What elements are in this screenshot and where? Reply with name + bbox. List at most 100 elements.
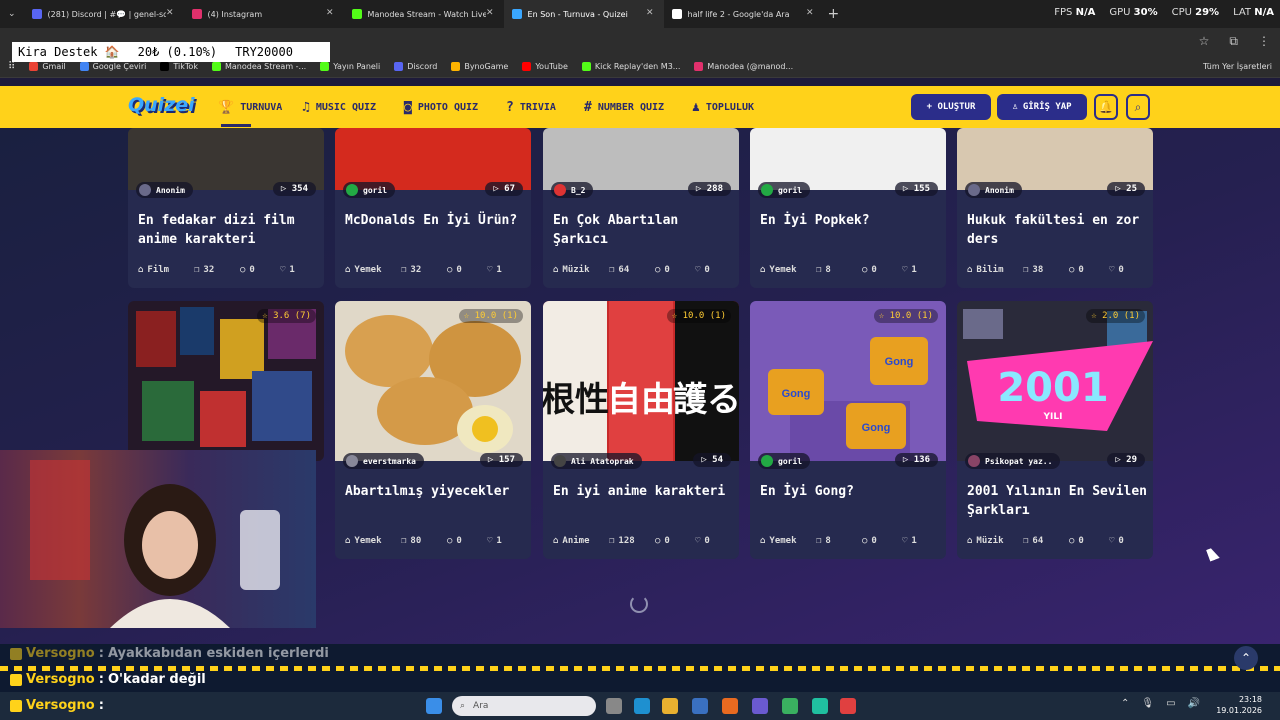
author-chip[interactable]: Anonim	[965, 182, 1022, 198]
quiz-card[interactable]: ☆ 10.0 (1) everstmarka ▷ 157 Abartılmış yiy…	[335, 301, 531, 559]
all-bookmarks-link[interactable]: Tüm Yer İşaretleri	[1203, 62, 1272, 71]
like-count[interactable]: ♡ 1	[487, 536, 502, 546]
extensions-icon[interactable]: ⧉	[1229, 34, 1238, 49]
quiz-card[interactable]: Gong Gong Gong ☆ 10.0 (1) goril ▷ 136 En İyi G…	[750, 301, 946, 559]
quiz-card[interactable]: B_2 ▷ 288 En Çok Abartılan Şarkıcı ⌂ Müzik …	[543, 128, 739, 288]
bookmark-item[interactable]: Gmail	[29, 62, 66, 71]
network-icon[interactable]: ▭	[1166, 698, 1175, 709]
like-count[interactable]: ♡ 1	[902, 536, 917, 546]
quiz-title[interactable]: Abartılmış yiyecekler	[345, 482, 525, 501]
store-icon[interactable]	[692, 698, 708, 714]
menu-icon[interactable]: ⋮	[1258, 34, 1270, 49]
bookmark-item[interactable]: Manodea (@manod...	[694, 62, 793, 71]
nav-topluluk[interactable]: ♟ TOPLULUK	[692, 100, 754, 115]
author-chip[interactable]: Anonim	[136, 182, 193, 198]
close-icon[interactable]: ✕	[486, 8, 494, 18]
quiz-card[interactable]: McDonald'sgoril ▷ 67 McDonalds En İyi Ürün…	[335, 128, 531, 288]
nav-number-quiz[interactable]: # NUMBER QUIZ	[584, 100, 664, 115]
nav-photo-quiz[interactable]: ◙ PHOTO QUIZ	[404, 100, 478, 115]
quiz-thumbnail[interactable]: 2001 YILI	[957, 301, 1153, 461]
scroll-to-top-button[interactable]: ⌃	[1234, 646, 1258, 670]
nav-trivia[interactable]: ? TRIVIA	[506, 100, 556, 115]
author-chip[interactable]: Ali Atatoprak	[551, 453, 642, 469]
site-logo[interactable]: Quizei	[128, 94, 195, 116]
browser-tab[interactable]: (4) Instagram ✕	[184, 0, 344, 28]
quiz-title[interactable]: En iyi anime karakteri	[553, 482, 733, 501]
new-tab-button[interactable]: +	[828, 6, 840, 22]
quiz-card[interactable]: ☆ 3.6 (7)	[128, 301, 324, 461]
quiz-thumbnail[interactable]: Gong Gong Gong	[750, 301, 946, 461]
bookmark-item[interactable]: Manodea Stream -...	[211, 62, 306, 71]
browser-tab[interactable]: half life 2 - Google'da Ara ✕	[664, 0, 824, 28]
bookmark-item[interactable]: TikTok	[160, 62, 198, 71]
chrome-active-icon[interactable]	[840, 698, 856, 714]
quiz-card[interactable]: Anonim ▷ 354 En fedakar dizi film anime ka…	[128, 128, 324, 288]
firefox-icon[interactable]	[722, 698, 738, 714]
quiz-card[interactable]: 2001 YILI ☆ 2.0 (1) Psikopat yaz.. ▷ 29 2001 …	[957, 301, 1153, 559]
nav-turnuva[interactable]: 🏆 TURNUVA	[218, 100, 282, 115]
file-explorer-icon[interactable]	[662, 698, 678, 714]
author-chip[interactable]: goril	[758, 182, 811, 198]
author-chip[interactable]: goril	[343, 182, 396, 198]
bookmark-item[interactable]: Yayın Paneli	[320, 62, 380, 71]
quiz-card[interactable]: Anonim ▷ 25 Hukuk fakültesi en zor ders ⌂ B…	[957, 128, 1153, 288]
quiz-title[interactable]: En İyi Popkek?	[760, 211, 940, 230]
edge-icon[interactable]	[634, 698, 650, 714]
login-button[interactable]: ♙ GİRİŞ YAP	[997, 94, 1087, 120]
tab-search-icon[interactable]: ⌄	[0, 9, 24, 19]
author-chip[interactable]: Psikopat yaz..	[965, 453, 1061, 469]
author-chip[interactable]: everstmarka	[343, 453, 424, 469]
quiz-card[interactable]: 根性 自由 護る ☆ 10.0 (1) Ali Atatoprak ▷ 54 En iyi …	[543, 301, 739, 559]
app-icon[interactable]	[812, 698, 828, 714]
quiz-thumbnail[interactable]: McDonald's	[335, 128, 531, 190]
bookmark-item[interactable]: YouTube	[522, 62, 568, 71]
quiz-title[interactable]: En Çok Abartılan Şarkıcı	[553, 211, 733, 249]
bookmark-star-icon[interactable]: ☆	[1199, 34, 1210, 49]
quiz-thumbnail[interactable]: 根性 自由 護る	[543, 301, 739, 461]
nav-music-quiz[interactable]: ♫ MUSIC QUIZ	[302, 100, 376, 115]
like-count[interactable]: ♡ 1	[280, 265, 295, 275]
browser-tab[interactable]: Manodea Stream - Watch Live ✕	[344, 0, 504, 28]
bookmark-item[interactable]: Google Çeviri	[79, 62, 146, 71]
taskbar-search[interactable]: ⌕ Ara	[452, 696, 596, 716]
quiz-thumbnail[interactable]	[128, 301, 324, 461]
taskbar-clock[interactable]: 23:18 19.01.2026	[1216, 694, 1262, 716]
create-button[interactable]: + OLUŞTUR	[911, 94, 991, 120]
quiz-thumbnail[interactable]	[543, 128, 739, 190]
start-icon[interactable]	[426, 698, 442, 714]
like-count[interactable]: ♡ 0	[1109, 265, 1124, 275]
close-icon[interactable]: ✕	[806, 8, 814, 18]
task-view-icon[interactable]	[606, 698, 622, 714]
quiz-title[interactable]: En İyi Gong?	[760, 482, 940, 501]
chrome-icon[interactable]	[782, 698, 798, 714]
close-icon[interactable]: ✕	[646, 8, 654, 18]
quiz-title[interactable]: En fedakar dizi film anime karakteri	[138, 211, 318, 249]
close-icon[interactable]: ✕	[326, 8, 334, 18]
browser-tab[interactable]: (281) Discord | #💬 | genel-sohb ✕	[24, 0, 184, 28]
close-icon[interactable]: ✕	[166, 8, 174, 18]
author-chip[interactable]: B_2	[551, 182, 594, 198]
quiz-card[interactable]: goril ▷ 155 En İyi Popkek? ⌂ Yemek ❐ 8 ○ 0 ♡ 1	[750, 128, 946, 288]
quiz-title[interactable]: Hukuk fakültesi en zor ders	[967, 211, 1147, 249]
bookmark-item[interactable]: Discord	[394, 62, 437, 71]
bell-icon[interactable]: 🔔	[1094, 94, 1118, 120]
browser-tab[interactable]: En Son - Turnuva - Quizei ✕	[503, 0, 664, 28]
quiz-title[interactable]: 2001 Yılının En Sevilen Şarkları	[967, 482, 1147, 520]
author-chip[interactable]: goril	[758, 453, 811, 469]
mic-icon[interactable]: 🎙	[1141, 698, 1154, 709]
bookmark-item[interactable]: Kick Replay'den M3...	[581, 62, 680, 71]
quiz-thumbnail[interactable]	[335, 301, 531, 461]
apps-icon[interactable]: ⠿	[8, 61, 15, 72]
quiz-thumbnail[interactable]	[957, 128, 1153, 190]
volume-icon[interactable]: 🔊	[1188, 698, 1200, 709]
like-count[interactable]: ♡ 1	[487, 265, 502, 275]
teams-icon[interactable]	[752, 698, 768, 714]
quiz-thumbnail[interactable]	[128, 128, 324, 190]
like-count[interactable]: ♡ 0	[695, 265, 710, 275]
bookmark-item[interactable]: BynoGame	[451, 62, 508, 71]
quiz-thumbnail[interactable]	[750, 128, 946, 190]
chevron-up-icon[interactable]: ⌃	[1121, 698, 1129, 709]
like-count[interactable]: ♡ 0	[1109, 536, 1124, 546]
like-count[interactable]: ♡ 0	[695, 536, 710, 546]
quiz-title[interactable]: McDonalds En İyi Ürün?	[345, 211, 525, 230]
